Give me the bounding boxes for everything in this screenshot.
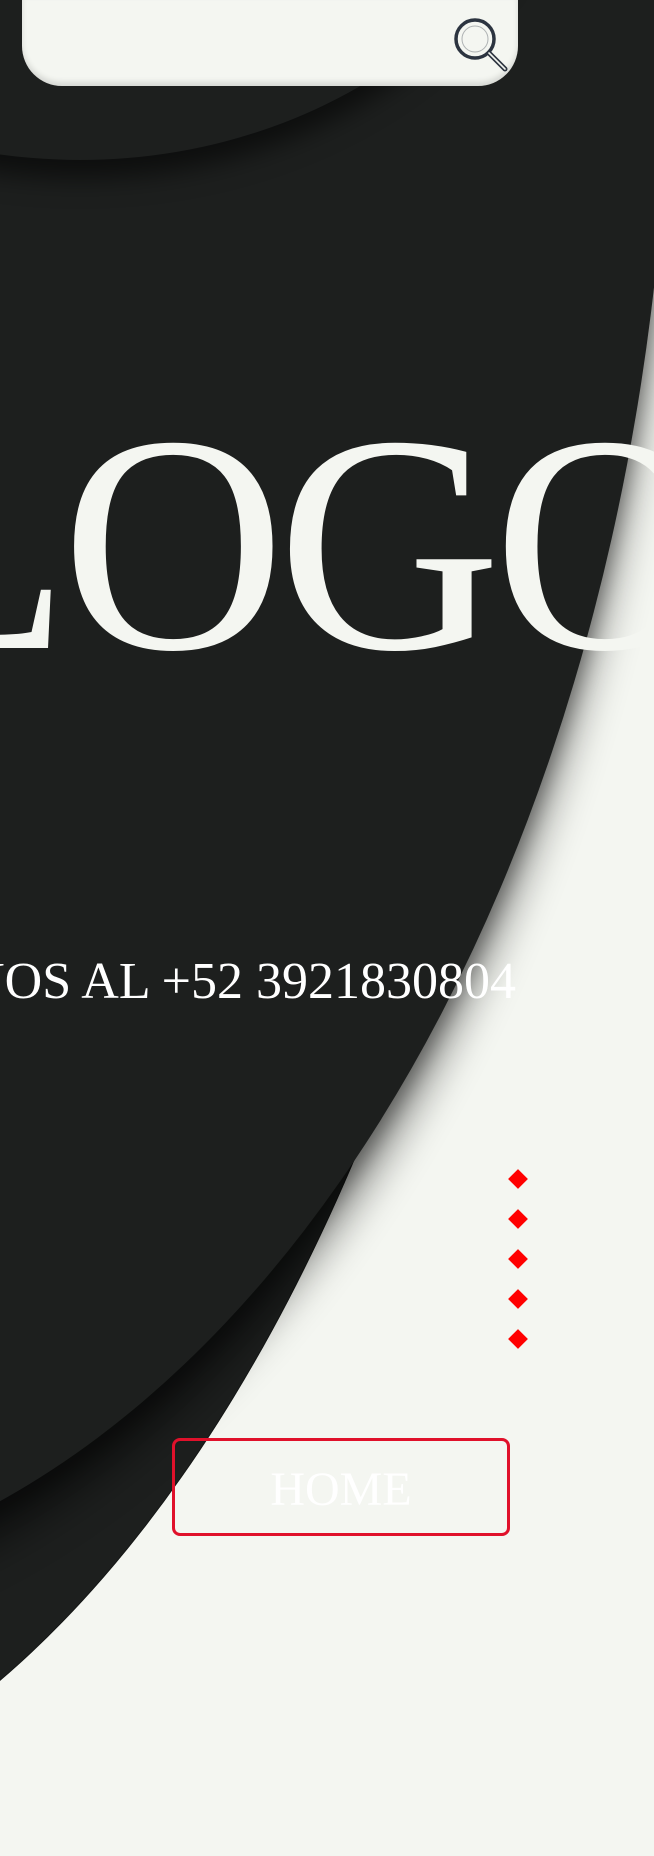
background-ring bbox=[0, 0, 654, 1590]
search-input[interactable] bbox=[50, 20, 434, 68]
search-bar bbox=[22, 0, 518, 86]
nav-dot-5[interactable] bbox=[508, 1329, 528, 1349]
nav-dot-4[interactable] bbox=[508, 1289, 528, 1309]
logo-text: LOGO bbox=[0, 373, 654, 716]
nav-dot-3[interactable] bbox=[508, 1249, 528, 1269]
home-button[interactable]: HOME bbox=[172, 1438, 510, 1536]
search-icon[interactable] bbox=[450, 14, 510, 74]
nav-dot-1[interactable] bbox=[508, 1169, 528, 1189]
contact-phone-text: LLÁMANOS AL +52 3921830804 bbox=[0, 953, 516, 1010]
slide-dots-nav bbox=[508, 1169, 528, 1372]
page: LOGO LLÁMANOS AL +52 3921830804 HOME bbox=[0, 0, 654, 1856]
nav-dot-2[interactable] bbox=[508, 1209, 528, 1229]
